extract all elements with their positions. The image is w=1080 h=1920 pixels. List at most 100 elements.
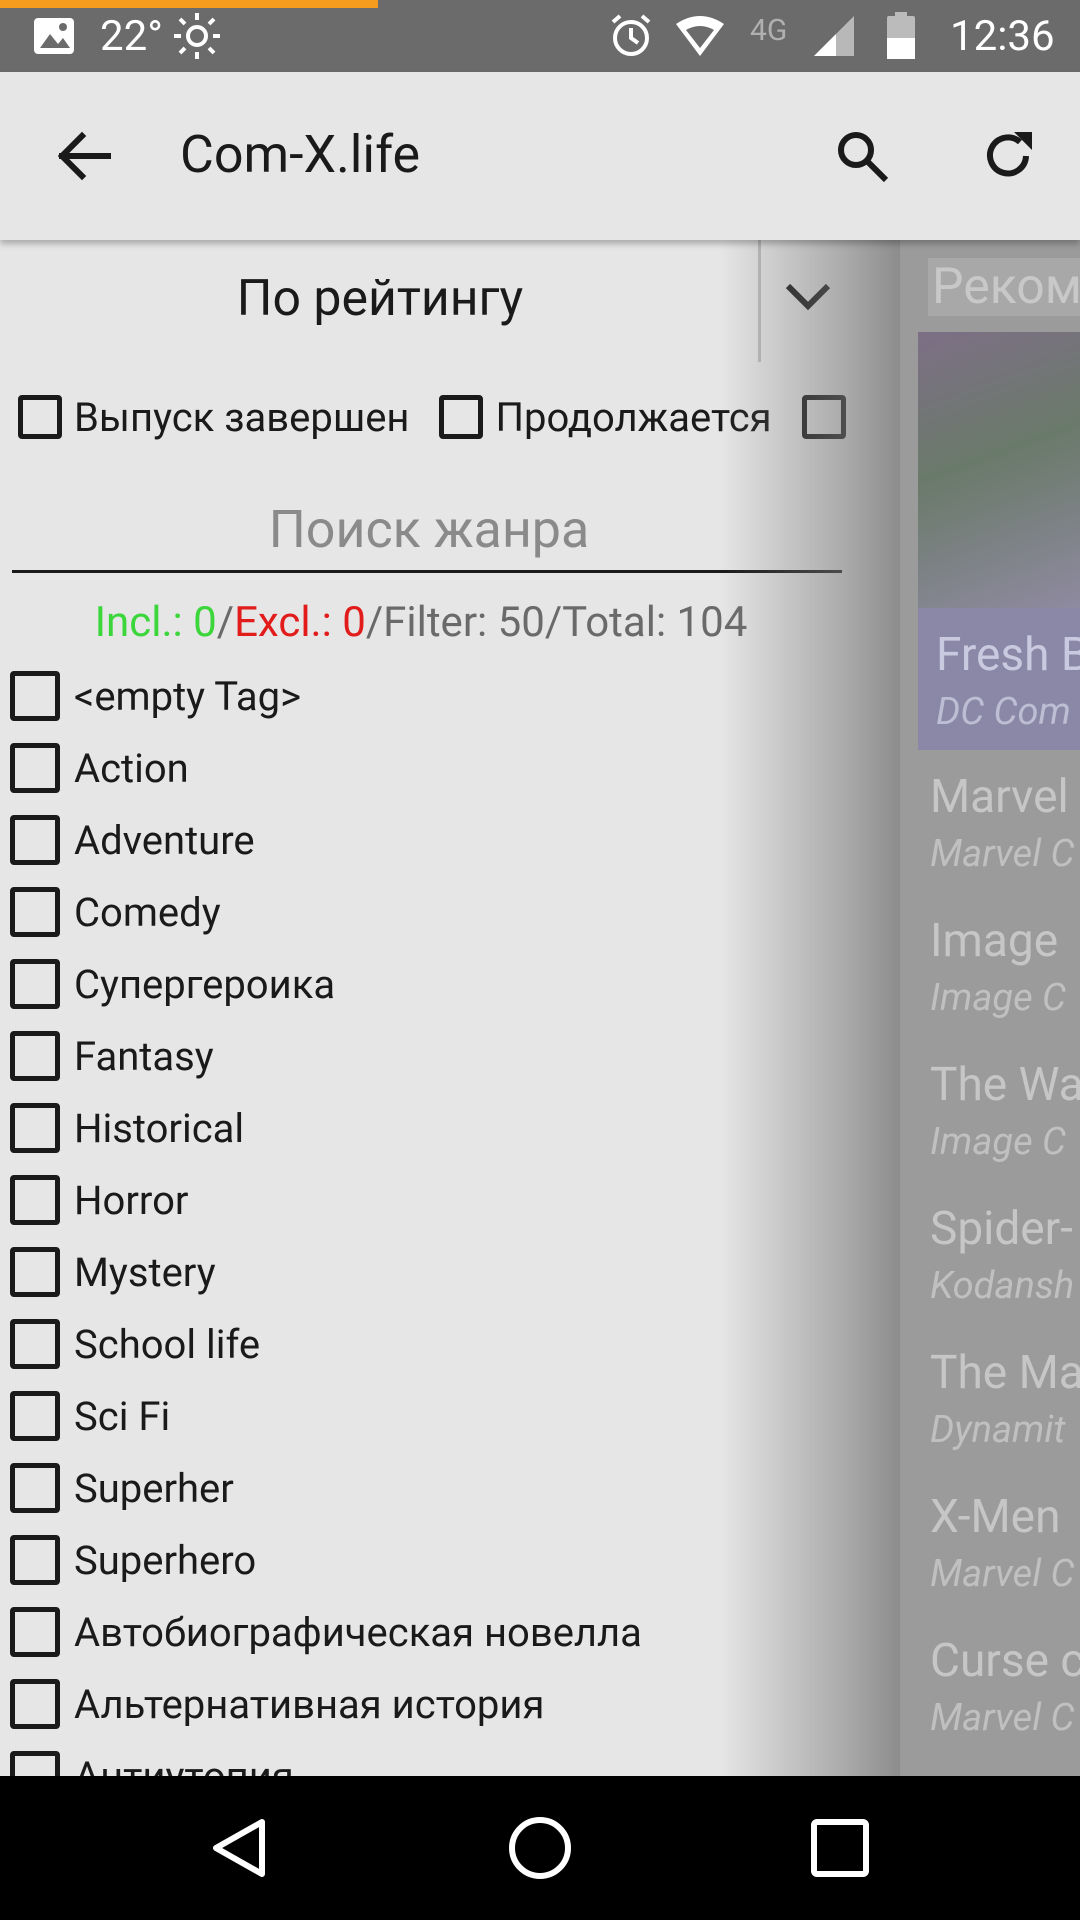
- genre-checkbox[interactable]: [10, 1175, 60, 1225]
- genre-checkbox[interactable]: [10, 1319, 60, 1369]
- sun-icon: [172, 12, 222, 60]
- genre-label: <empty Tag>: [74, 672, 302, 720]
- filter-total-count: /Filter: 50/Total: 104: [365, 598, 748, 647]
- genre-checkbox[interactable]: [10, 1607, 60, 1657]
- genre-label: Superher: [74, 1464, 234, 1512]
- genre-checkbox[interactable]: [10, 1247, 60, 1297]
- comic-title: Spider-: [930, 1202, 1073, 1256]
- exclude-count-label: Excl.:: [234, 598, 343, 647]
- battery-icon: [886, 12, 916, 60]
- genre-checkbox[interactable]: [10, 1535, 60, 1585]
- genre-label: Superhero: [74, 1536, 257, 1584]
- recents-square-icon[interactable]: [804, 1812, 876, 1884]
- genre-item[interactable]: Супергероика: [10, 948, 830, 1020]
- clock: 12:36: [950, 11, 1055, 61]
- genre-item[interactable]: Superhero: [10, 1524, 830, 1596]
- genre-item[interactable]: Антиутопия: [10, 1740, 830, 1776]
- sort-label: По рейтингу: [236, 270, 524, 328]
- page-title: Com-X.life: [180, 124, 421, 185]
- genre-label: School life: [74, 1320, 261, 1368]
- genre-checkbox[interactable]: [10, 671, 60, 721]
- genre-checkbox[interactable]: [10, 1463, 60, 1513]
- home-circle-icon[interactable]: [504, 1812, 576, 1884]
- system-navigation-bar: [0, 1776, 1080, 1920]
- genre-item[interactable]: Adventure: [10, 804, 830, 876]
- list-item[interactable]: Marvel Marvel C: [930, 770, 1075, 876]
- genre-checkbox[interactable]: [10, 1391, 60, 1441]
- genre-checkbox[interactable]: [10, 815, 60, 865]
- comic-publisher: Image C: [930, 976, 1066, 1020]
- signal-icon: [812, 12, 856, 60]
- list-item[interactable]: Spider- Kodansh: [930, 1202, 1074, 1308]
- genre-search-input[interactable]: [12, 486, 846, 572]
- refresh-icon[interactable]: [960, 108, 1056, 204]
- loading-progress-bar: [0, 0, 378, 8]
- list-item[interactable]: Curse c Marvel C: [930, 1634, 1080, 1740]
- chevron-down-icon[interactable]: [776, 264, 840, 328]
- genre-item[interactable]: Horror: [10, 1164, 830, 1236]
- featured-comic-card[interactable]: Fresh B DC Com: [918, 332, 1080, 750]
- genre-checkbox[interactable]: [10, 743, 60, 793]
- genre-label: Супергероика: [74, 960, 336, 1008]
- genre-label: Альтернативная история: [74, 1680, 545, 1728]
- status-bar: 22° 4G 12:36: [0, 0, 1080, 72]
- exclude-count: 0: [342, 598, 366, 647]
- genre-item[interactable]: Автобиографическая новелла: [10, 1596, 830, 1668]
- comics-list: Реком Fresh B DC Com Marvel Marvel C Ima…: [900, 240, 1080, 1776]
- genre-counts: Incl.: 0/Excl.: 0/Filter: 50/Total: 104: [0, 598, 842, 647]
- ongoing-checkbox[interactable]: [439, 395, 484, 439]
- comic-title: The Ma: [930, 1346, 1080, 1400]
- comic-publisher: Marvel C: [930, 1696, 1075, 1740]
- sort-divider: [758, 240, 761, 362]
- genre-item[interactable]: Historical: [10, 1092, 830, 1164]
- genre-checkbox[interactable]: [10, 1103, 60, 1153]
- genre-item[interactable]: Comedy: [10, 876, 830, 948]
- list-item[interactable]: The Wa Image C: [930, 1058, 1080, 1164]
- genre-label: Fantasy: [74, 1032, 214, 1080]
- comic-publisher: Kodansh: [930, 1264, 1075, 1308]
- genre-checkbox[interactable]: [10, 959, 60, 1009]
- comic-publisher: Image C: [930, 1120, 1066, 1164]
- comic-title: The Wa: [930, 1058, 1080, 1112]
- genre-label: Historical: [74, 1104, 245, 1152]
- genre-list: <empty Tag> Action Adventure Comedy Супе…: [10, 660, 830, 1776]
- genre-item[interactable]: Sci Fi: [10, 1380, 830, 1452]
- genre-item[interactable]: <empty Tag>: [10, 660, 830, 732]
- genre-item[interactable]: Action: [10, 732, 830, 804]
- genre-checkbox[interactable]: [10, 1751, 60, 1776]
- list-item[interactable]: Image Image C: [930, 914, 1066, 1020]
- search-icon[interactable]: [814, 108, 910, 204]
- weather-temperature: 22°: [100, 11, 163, 61]
- genre-label: Adventure: [74, 816, 255, 864]
- featured-comic-publisher: DC Com: [936, 690, 1071, 734]
- genre-item[interactable]: Fantasy: [10, 1020, 830, 1092]
- list-item[interactable]: The Ma Dynamit: [930, 1346, 1080, 1452]
- ongoing-label: Продолжается: [495, 393, 772, 441]
- back-triangle-icon[interactable]: [204, 1812, 276, 1884]
- comic-publisher: Dynamit: [930, 1408, 1066, 1452]
- genre-label: Horror: [74, 1176, 189, 1224]
- genre-checkbox[interactable]: [10, 887, 60, 937]
- genre-item[interactable]: Superher: [10, 1452, 830, 1524]
- genre-label: Sci Fi: [74, 1392, 171, 1440]
- comic-title: Marvel: [930, 770, 1069, 824]
- include-count: 0: [193, 598, 217, 647]
- status-filter-row: Выпуск завершен Продолжается: [18, 382, 846, 452]
- list-item[interactable]: X-Men Marvel C: [930, 1490, 1075, 1596]
- sort-selector[interactable]: По рейтингу: [0, 240, 900, 362]
- comic-publisher: Marvel C: [930, 832, 1075, 876]
- genre-item[interactable]: School life: [10, 1308, 830, 1380]
- app-bar: Com-X.life: [0, 72, 1080, 240]
- count-separator: /: [216, 598, 235, 647]
- genre-item[interactable]: Mystery: [10, 1236, 830, 1308]
- genre-checkbox[interactable]: [10, 1679, 60, 1729]
- genre-label: Mystery: [74, 1248, 216, 1296]
- completed-checkbox[interactable]: [18, 395, 62, 439]
- genre-checkbox[interactable]: [10, 1031, 60, 1081]
- back-arrow-icon[interactable]: [36, 108, 132, 204]
- recommended-header: Реком: [928, 258, 1080, 316]
- genre-item[interactable]: Альтернативная история: [10, 1668, 830, 1740]
- completed-label: Выпуск завершен: [74, 393, 410, 441]
- extra-status-checkbox[interactable]: [801, 395, 846, 439]
- comic-publisher: Marvel C: [930, 1552, 1075, 1596]
